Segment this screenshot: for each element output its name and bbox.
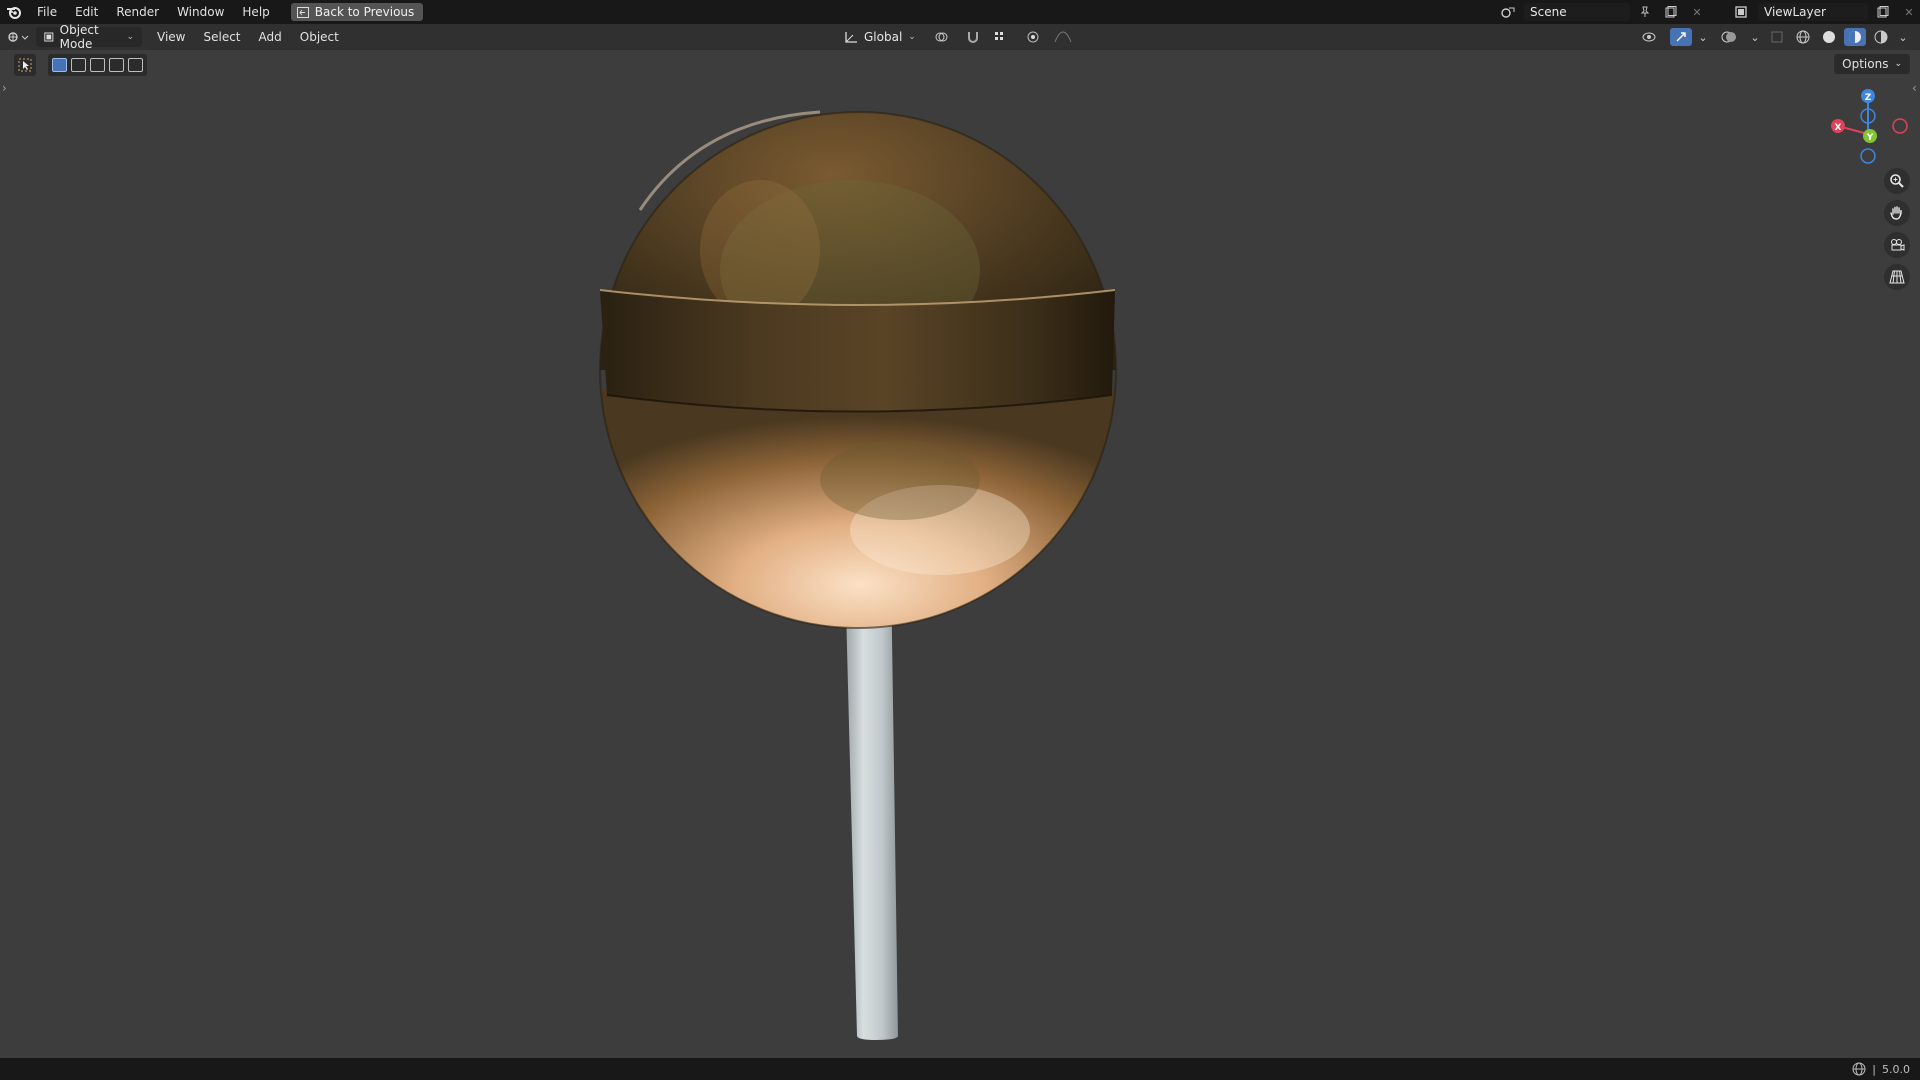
back-icon (296, 6, 309, 18)
select-new-button[interactable] (52, 58, 67, 72)
menu-select[interactable]: Select (194, 25, 249, 49)
scene-field[interactable]: Scene (1524, 3, 1630, 21)
right-panel-arrow-icon: ‹ (1912, 81, 1917, 95)
solid-icon[interactable] (1818, 28, 1840, 46)
overlay-chevron-icon[interactable]: ⌄ (1748, 28, 1762, 46)
snap-target-icon[interactable] (988, 28, 1018, 46)
lollipop-wrapper-band (600, 290, 1115, 412)
gizmo-z-label: Z (1865, 93, 1872, 103)
menu-edit[interactable]: Edit (66, 0, 107, 24)
gizmo-chevron-icon[interactable]: ⌄ (1696, 28, 1710, 46)
pin-icon[interactable] (1634, 3, 1656, 21)
select-tool-button[interactable] (14, 54, 36, 76)
chevron-down-icon: ⌄ (126, 32, 134, 42)
object-mode-dropdown[interactable]: Object Mode ⌄ (36, 23, 142, 51)
status-bar: | 5.0.0 (0, 1058, 1920, 1080)
cursor-icon (18, 58, 32, 72)
tool-header (14, 54, 147, 76)
menu-view[interactable]: View (148, 25, 194, 49)
chevron-down-icon: ⌄ (1894, 59, 1902, 69)
header-center: Global ⌄ (836, 27, 1078, 47)
left-panel-arrow-icon: › (2, 81, 7, 95)
view-layer-name: ViewLayer (1764, 5, 1826, 19)
options-dropdown[interactable]: Options ⌄ (1834, 54, 1910, 74)
menu-add[interactable]: Add (250, 25, 291, 49)
navigation-gizmo: Z X Y (1831, 89, 1908, 164)
menu-render[interactable]: Render (107, 0, 168, 24)
menu-file[interactable]: File (28, 0, 66, 24)
material-icon[interactable] (1844, 28, 1866, 46)
rendered-icon[interactable] (1870, 28, 1892, 46)
menu-object[interactable]: Object (291, 25, 348, 49)
select-intersect-button[interactable] (128, 58, 143, 72)
new-scene-icon[interactable] (1660, 3, 1682, 21)
back-to-previous-button[interactable]: Back to Previous (290, 3, 424, 21)
wireframe-icon[interactable] (1792, 28, 1814, 46)
pan-icon[interactable] (1884, 200, 1910, 226)
chevron-down-icon: ⌄ (908, 32, 916, 42)
version-label: 5.0.0 (1882, 1062, 1910, 1076)
visibility-icon[interactable] (1636, 28, 1666, 46)
shading-chevron-icon[interactable]: ⌄ (1896, 28, 1910, 46)
falloff-icon[interactable] (1048, 28, 1078, 46)
camera-icon[interactable] (1884, 232, 1910, 258)
gizmo-y-label: Y (1866, 133, 1874, 143)
options-label: Options (1842, 57, 1889, 71)
new-view-layer-icon[interactable] (1872, 3, 1894, 21)
close-icon[interactable]: ✕ (1686, 3, 1708, 21)
view-layer-icon[interactable] (1732, 3, 1754, 21)
scene-name: Scene (1530, 5, 1567, 19)
view-layer-field[interactable]: ViewLayer (1758, 3, 1868, 21)
viewport-header: Object Mode ⌄ View Select Add Object Glo… (0, 23, 1920, 51)
object-mode-icon (44, 32, 54, 42)
menu-help[interactable]: Help (233, 0, 278, 24)
transform-orientation-dropdown[interactable]: Global ⌄ (836, 27, 924, 47)
select-subtract-button[interactable] (90, 58, 105, 72)
scene-icon[interactable] (1498, 3, 1520, 21)
gizmo-x-negative (1892, 118, 1908, 134)
orientation-label: Global (864, 30, 903, 44)
header-left: Object Mode ⌄ View Select Add Object (0, 23, 348, 51)
selection-modes (48, 54, 147, 76)
blender-logo-icon[interactable] (0, 0, 28, 24)
orientation-icon (845, 32, 857, 43)
proportional-icon[interactable] (1022, 28, 1044, 46)
zoom-icon[interactable] (1884, 168, 1910, 194)
snap-icon[interactable] (962, 28, 984, 46)
close-view-layer-icon[interactable]: ✕ (1898, 3, 1920, 21)
perspective-icon[interactable] (1884, 264, 1910, 290)
viewport-navigation (1884, 168, 1910, 290)
network-icon (1852, 1062, 1866, 1076)
gizmo-x-label: X (1835, 123, 1842, 133)
menu-window[interactable]: Window (168, 0, 233, 24)
gizmo-z-negative (1860, 148, 1876, 164)
gizmo-icon[interactable] (1670, 28, 1692, 46)
overlay-icon[interactable] (1714, 28, 1744, 46)
select-extend-button[interactable] (71, 58, 86, 72)
select-invert-button[interactable] (109, 58, 124, 72)
main-menu: File Edit Render Window Help (28, 0, 279, 24)
top-bar: File Edit Render Window Help Back to Pre… (0, 0, 1920, 24)
editor-type-icon[interactable] (0, 28, 36, 46)
xray-icon[interactable] (1766, 28, 1788, 46)
header-right: ⌄ ⌄ ⌄ (1636, 27, 1910, 47)
3d-viewport[interactable]: › ‹ Z X Y (0, 50, 1920, 1058)
object-mode-label: Object Mode (59, 23, 99, 51)
status-separator: | (1872, 1062, 1876, 1076)
pivot-icon[interactable] (928, 28, 958, 46)
back-button-label: Back to Previous (314, 5, 415, 19)
topbar-right: Scene ✕ ViewLayer ✕ (1498, 0, 1920, 24)
lollipop-stick (845, 570, 898, 1040)
